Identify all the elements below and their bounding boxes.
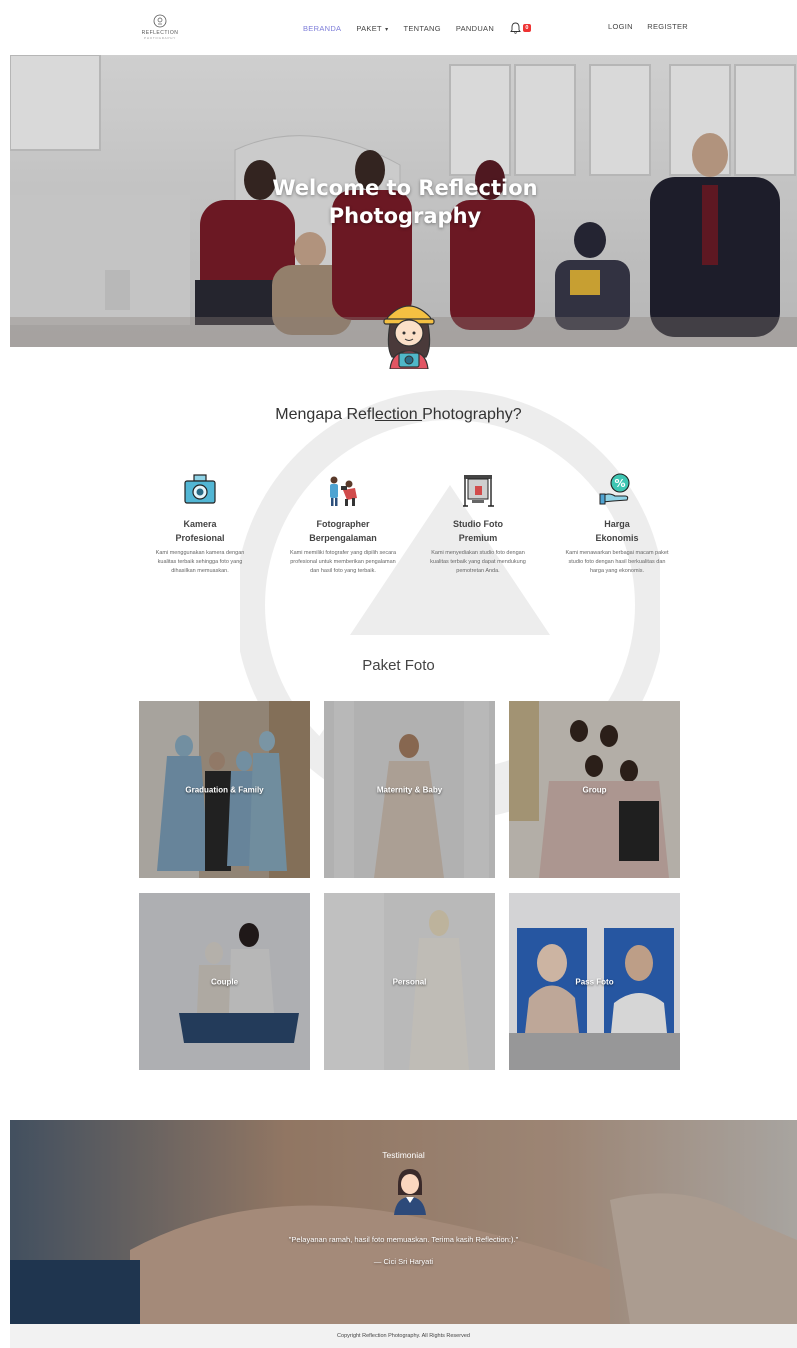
testimonial-section: Testimonial "Pelayanan ramah, hasil foto… [10, 1120, 797, 1324]
why-title-post: Photography? [422, 406, 522, 423]
hero-title-line1: Welcome to Reflection [272, 176, 538, 200]
testimonial-title: Testimonial [382, 1150, 425, 1160]
logo-mark-icon [153, 14, 167, 28]
nav-paket[interactable]: PAKET ▾ [356, 24, 388, 33]
bell-icon [510, 22, 521, 34]
why-section-title: Mengapa Reflection Photography? [0, 406, 797, 424]
paket-card-group[interactable]: Group [509, 701, 680, 878]
paket-card-maternity-baby[interactable]: Maternity & Baby [324, 701, 495, 878]
notification-button[interactable]: 0 [510, 22, 532, 34]
card-label: Personal [392, 977, 427, 986]
chevron-down-icon: ▾ [385, 26, 389, 33]
svg-text:%: % [614, 477, 625, 490]
feature-title-line2: Premium [458, 533, 498, 543]
brand-logo[interactable]: REFLECTION PHOTOGRAPHY [135, 14, 185, 46]
feature-harga: % Harga Ekonomis Kami menawarkan berbagai… [557, 472, 677, 576]
photographer-icon [330, 476, 357, 506]
brand-tagline: PHOTOGRAPHY [143, 36, 177, 40]
discount-icon: % [599, 473, 630, 505]
nav-panduan[interactable]: PANDUAN [456, 24, 494, 33]
main-nav: BERANDA PAKET ▾ TENTANG PANDUAN 0 [303, 22, 532, 34]
card-label: Pass Foto [575, 977, 614, 986]
register-link[interactable]: REGISTER [647, 22, 688, 31]
paket-section-title: Paket Foto [362, 657, 435, 674]
card-label: Maternity & Baby [376, 785, 443, 794]
testimonial-author: — Cici Sri Haryati [373, 1257, 434, 1266]
feature-desc: Kami menawarkan berbagai macam paket stu… [565, 550, 669, 574]
feature-title: Studio Foto Premium [418, 517, 538, 545]
feature-studio: Studio Foto Premium Kami menyediakan stud… [418, 472, 538, 576]
paket-card-pass-foto[interactable]: Pass Foto [509, 893, 680, 1070]
feature-desc: Kami memiliki fotografer yang dipilih se… [289, 550, 397, 574]
feature-desc: Kami menyediakan studio foto dengan kual… [430, 550, 526, 574]
navbar: REFLECTION PHOTOGRAPHY BERANDA PAKET ▾ T… [0, 0, 797, 56]
feature-desc: Kami menggunakan kamera dengan kualitas … [155, 550, 245, 574]
auth-nav: LOGIN REGISTER [608, 22, 700, 31]
feature-title-line2: Profesional [175, 533, 225, 543]
footer: Copyright Reflection Photography. All Ri… [10, 1324, 797, 1348]
card-label: Group [582, 785, 607, 794]
paket-card-couple[interactable]: Couple [139, 893, 310, 1070]
card-label: Graduation & Family [185, 785, 264, 794]
nav-tentang[interactable]: TENTANG [403, 24, 440, 33]
feature-title-line2: Berpengalaman [309, 533, 377, 543]
feature-title: Harga Ekonomis [557, 517, 677, 545]
feature-title-line1: Harga [604, 519, 630, 529]
studio-icon [463, 475, 494, 507]
nav-beranda[interactable]: BERANDA [303, 24, 341, 33]
why-title-underlined: ection [374, 406, 423, 423]
notification-badge: 0 [523, 24, 532, 32]
feature-kamera: Kamera Profesional Kami menggunakan kamer… [140, 472, 260, 576]
photographer-avatar-icon [383, 305, 435, 369]
camera-icon [184, 474, 216, 504]
feature-fotographer: Fotographer Berpengalaman Kami memiliki f… [283, 472, 403, 576]
feature-title: Kamera Profesional [140, 517, 260, 545]
card-label: Couple [210, 977, 239, 986]
paket-card-personal[interactable]: Personal [324, 893, 495, 1070]
login-link[interactable]: LOGIN [608, 22, 633, 31]
paket-card-graduation-family[interactable]: Graduation & Family [139, 701, 310, 878]
feature-title: Fotographer Berpengalaman [283, 517, 403, 545]
why-title-pre: Mengapa Refl [275, 406, 375, 423]
feature-title-line2: Ekonomis [595, 533, 639, 543]
footer-copyright: Copyright Reflection Photography. All Ri… [337, 1333, 470, 1339]
hero-title: Welcome to Reflection Photography [260, 174, 550, 230]
user-avatar-icon [394, 1169, 426, 1215]
nav-paket-label: PAKET [356, 23, 382, 33]
hero-title-line2: Photography [328, 204, 482, 228]
feature-title-line1: Fotographer [316, 519, 370, 529]
feature-title-line1: Studio Foto [453, 519, 503, 529]
testimonial-quote: "Pelayanan ramah, hasil foto memuaskan. … [288, 1235, 519, 1244]
feature-title-line1: Kamera [183, 519, 217, 529]
